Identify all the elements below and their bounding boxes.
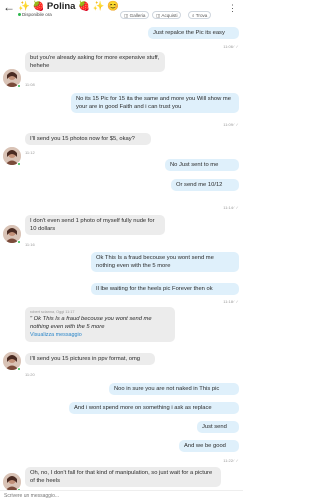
tab-acquisti[interactable]: ◫ Acquisti — [152, 11, 182, 19]
tab-galleria-label: Galleria — [129, 13, 146, 18]
message-list[interactable]: Just repalce the Pic its easy 11:06 ✓✓ b… — [0, 20, 243, 490]
chat-header: ← ✨ 🍓 Polina 🍓 ✨ 😊 Disponibile ora ◫ Gal… — [0, 0, 243, 20]
message-outgoing[interactable]: Ok This Is a fraud becouse you wont send… — [91, 252, 239, 272]
message-incoming[interactable]: Oh, no, I don't fall for that kind of ma… — [25, 467, 221, 487]
quote-text: " Ok This Is a fraud becouse you wont se… — [30, 316, 152, 330]
online-indicator — [17, 240, 21, 244]
message-outgoing[interactable]: Or send me 10/12 — [171, 179, 239, 191]
message-incoming[interactable]: but you're already asking for more expen… — [25, 52, 165, 72]
more-menu-icon[interactable]: ⋮ — [228, 4, 237, 13]
message-outgoing[interactable]: Noo in sure you are not naked in This pi… — [109, 383, 239, 395]
message-incoming[interactable]: I'll send you 15 photos now for $5, okay… — [25, 133, 151, 145]
quoted-message[interactable]: robert scianna, Oggi 11:17 " Ok This Is … — [25, 307, 175, 342]
read-check-icon: ✓✓ — [231, 122, 239, 127]
online-indicator — [17, 162, 21, 166]
tab-trova-label: Trova — [195, 13, 208, 18]
back-arrow-icon[interactable]: ← — [3, 1, 15, 13]
contact-name[interactable]: ✨ 🍓 Polina 🍓 ✨ 😊 — [18, 1, 119, 12]
message-outgoing[interactable]: No its 15 Pic for 15 ita the same and mo… — [71, 93, 239, 113]
tab-acquisti-label: Acquisti — [161, 13, 178, 18]
message-outgoing[interactable]: Just repalce the Pic its easy — [148, 27, 239, 39]
status-line: Disponibile ora — [18, 12, 52, 18]
message-outgoing[interactable]: Il lbe waiting for the heels pic Forever… — [91, 283, 239, 295]
tab-trova[interactable]: ⌕ Trova — [188, 11, 212, 19]
message-time: 11:08 — [25, 82, 35, 87]
message-outgoing[interactable]: And we be good — [179, 440, 239, 452]
read-check-icon: ✓✓ — [231, 458, 239, 463]
message-outgoing[interactable]: Just send — [197, 421, 239, 433]
read-check-icon: ✓✓ — [231, 299, 239, 304]
message-composer — [0, 490, 243, 500]
message-incoming[interactable]: I'll send you 15 pictures in ppv format,… — [25, 353, 155, 365]
online-indicator — [17, 367, 21, 371]
tab-galleria[interactable]: ◫ Galleria — [120, 11, 150, 19]
status-text: Disponibile ora — [22, 12, 52, 17]
online-dot-icon — [18, 13, 21, 17]
message-outgoing[interactable]: And i wont spend more on something i ask… — [69, 402, 239, 414]
online-indicator — [17, 84, 21, 88]
read-check-icon: ✓✓ — [231, 205, 239, 210]
read-check-icon: ✓✓ — [231, 44, 239, 49]
message-input[interactable] — [4, 492, 154, 500]
message-outgoing[interactable]: No Just sent to me — [165, 159, 239, 171]
message-incoming[interactable]: I don't even send 1 photo of myself full… — [25, 215, 165, 235]
message-time: 11:20 — [25, 372, 35, 377]
message-time: 11:12 — [25, 150, 35, 155]
view-message-link[interactable]: Visualizza messaggio — [30, 331, 170, 339]
message-time: 11:16 — [25, 242, 35, 247]
